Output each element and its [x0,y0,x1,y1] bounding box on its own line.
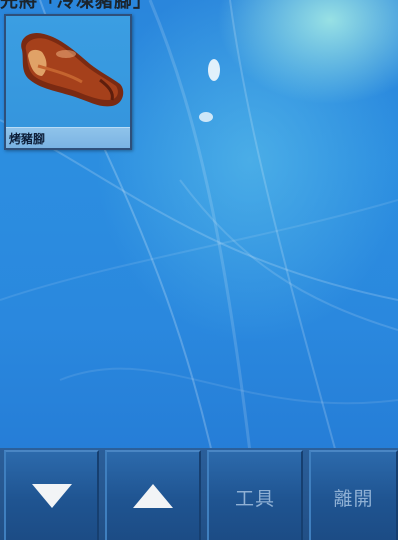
tools-label: 工具 [234,488,275,510]
inventory-item[interactable]: 烤豬腳 [4,14,132,150]
scroll-up-button[interactable] [105,450,201,540]
inventory-screen: 先將「冷凍豬腳」 烤豬腳 工具 離開 [0,0,398,540]
exit-label: 離開 [333,488,374,510]
item-label: 烤豬腳 [9,132,46,146]
top-caption: 先將「冷凍豬腳」 [0,0,270,10]
tools-button[interactable]: 工具 [207,450,303,540]
triangle-up-icon [133,484,173,508]
triangle-down-icon [31,484,72,508]
exit-button[interactable]: 離開 [309,450,398,540]
scroll-down-button[interactable] [4,450,99,540]
bottom-toolbar: 工具 離開 [0,448,398,540]
item-label-bar: 烤豬腳 [6,127,130,148]
roasted-pork-knuckle-icon [21,32,124,107]
